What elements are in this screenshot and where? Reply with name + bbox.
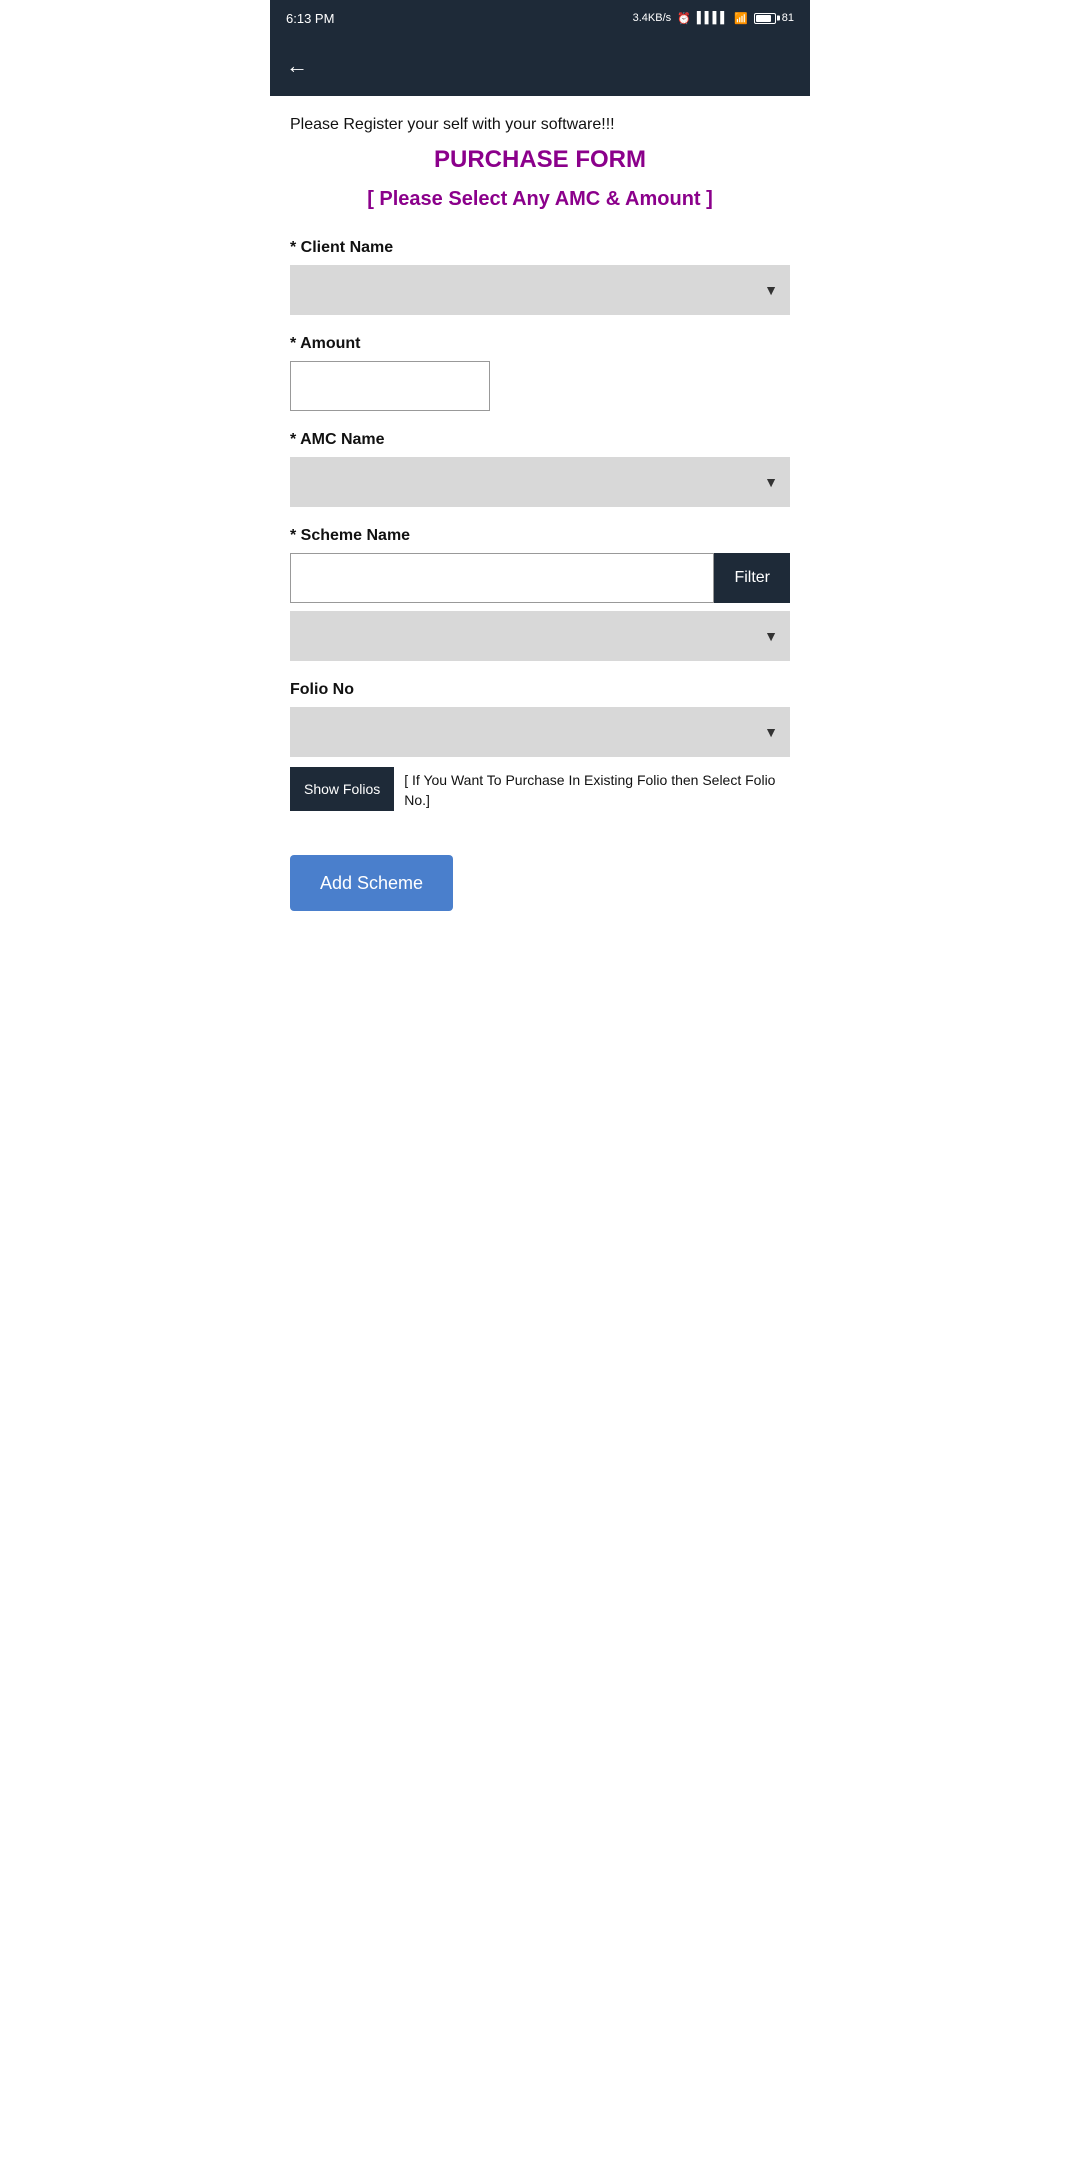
amc-name-dropdown-wrapper: ▼	[290, 457, 790, 507]
form-title: PURCHASE FORM	[290, 146, 790, 174]
nav-bar: ←	[270, 36, 810, 96]
battery-percent: 81	[782, 12, 794, 24]
amount-input[interactable]	[290, 361, 490, 411]
amc-name-dropdown[interactable]	[290, 457, 790, 507]
folio-info-row: Show Folios [ If You Want To Purchase In…	[290, 767, 790, 811]
folio-section: Folio No ▼ Show Folios [ If You Want To …	[290, 681, 790, 811]
status-icons: 3.4KB/s ⏰ ▌▌▌▌ 📶 81	[633, 12, 794, 25]
status-time: 6:13 PM	[286, 11, 334, 26]
register-notice: Please Register your self with your soft…	[290, 116, 790, 134]
amount-section: * Amount	[290, 335, 790, 411]
wifi-icon: 📶	[734, 12, 748, 25]
client-name-label: * Client Name	[290, 239, 790, 257]
folio-label: Folio No	[290, 681, 790, 699]
client-name-dropdown-wrapper: ▼	[290, 265, 790, 315]
amc-name-section: * AMC Name ▼	[290, 431, 790, 507]
folio-dropdown-wrapper: ▼	[290, 707, 790, 757]
back-button[interactable]: ←	[286, 53, 308, 79]
filter-button[interactable]: Filter	[714, 553, 790, 603]
scheme-filter-input[interactable]	[290, 553, 714, 603]
folio-dropdown[interactable]	[290, 707, 790, 757]
signal-icon: ▌▌▌▌	[697, 12, 728, 24]
add-scheme-button[interactable]: Add Scheme	[290, 855, 453, 911]
main-content: Please Register your self with your soft…	[270, 96, 810, 931]
folio-hint: [ If You Want To Purchase In Existing Fo…	[404, 767, 790, 810]
show-folios-button[interactable]: Show Folios	[290, 767, 394, 811]
scheme-filter-row: Filter	[290, 553, 790, 603]
form-subtitle: [ Please Select Any AMC & Amount ]	[290, 188, 790, 211]
status-bar: 6:13 PM 3.4KB/s ⏰ ▌▌▌▌ 📶 81	[270, 0, 810, 36]
alarm-icon: ⏰	[677, 12, 691, 25]
amount-label: * Amount	[290, 335, 790, 353]
network-speed: 3.4KB/s	[633, 12, 672, 24]
scheme-dropdown-wrapper: ▼	[290, 611, 790, 661]
client-name-section: * Client Name ▼	[290, 239, 790, 315]
scheme-name-label: * Scheme Name	[290, 527, 790, 545]
amc-name-label: * AMC Name	[290, 431, 790, 449]
scheme-dropdown[interactable]	[290, 611, 790, 661]
battery-icon	[754, 13, 776, 24]
add-scheme-section: Add Scheme	[290, 831, 790, 911]
scheme-name-section: * Scheme Name Filter ▼	[290, 527, 790, 661]
client-name-dropdown[interactable]	[290, 265, 790, 315]
